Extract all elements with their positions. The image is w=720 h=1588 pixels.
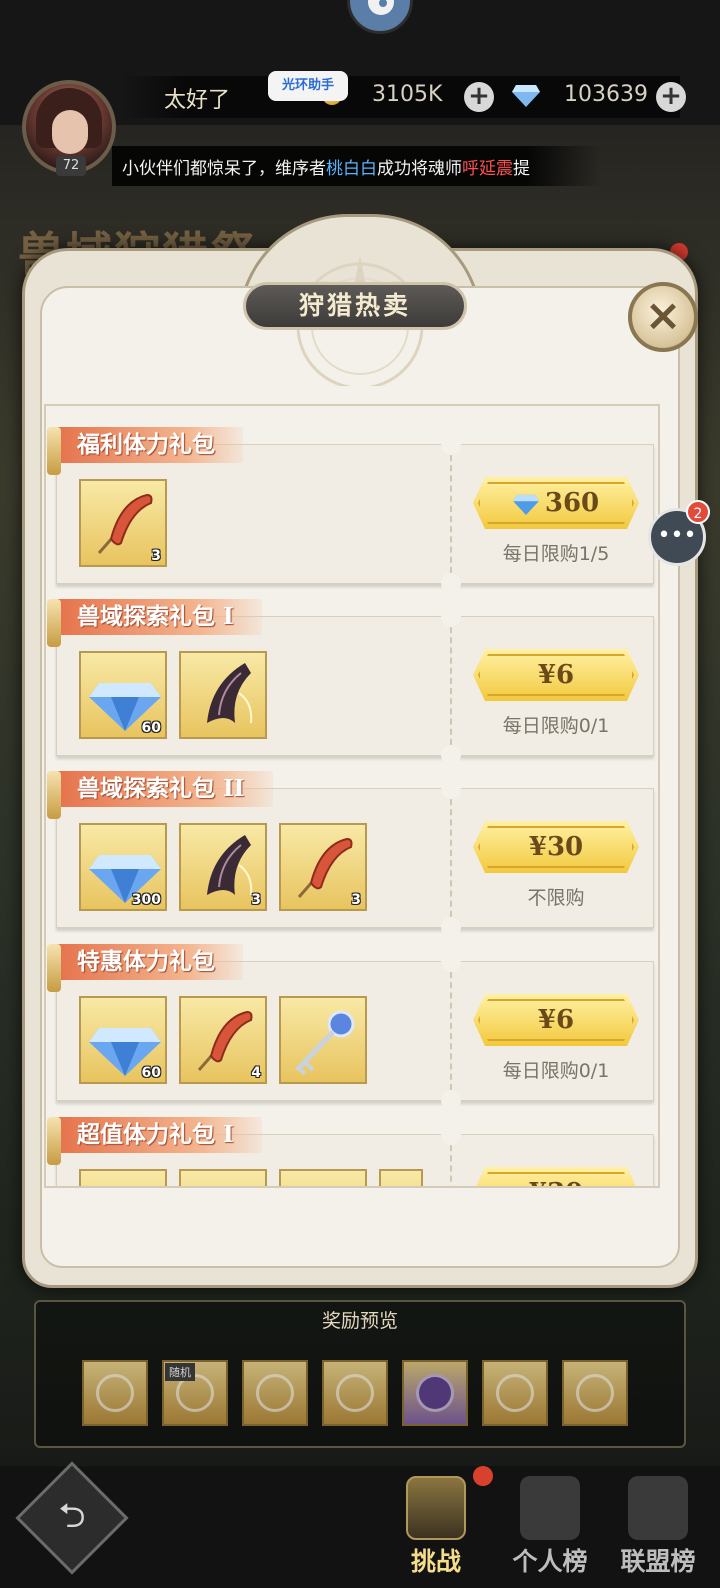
purple-orb-icon[interactable] [402,1360,468,1426]
price-label: 360 [544,488,600,518]
random-tag: 随机 [165,1363,195,1381]
star-crest-icon[interactable] [322,1360,388,1426]
reward-preview-title: 奖励预览 [321,1310,398,1332]
planet-icon[interactable] [562,1360,628,1426]
challenge-icon [406,1476,466,1540]
price-label: ¥6 [537,660,575,690]
diamond-icon [513,494,539,515]
alliance-rank-icon [628,1476,688,1540]
diamond-icon[interactable]: 60 [79,651,167,739]
sausage-icon[interactable] [179,1169,267,1186]
pack-name: 福利体力礼包 [47,427,243,475]
sausage-icon[interactable]: 3 [79,479,167,567]
beast-claw-icon[interactable]: 3 [179,823,267,911]
beast-claw-icon[interactable] [179,651,267,739]
sausage-icon[interactable]: 4 [179,996,267,1084]
buy-button[interactable]: 360 [473,477,639,529]
tab-personal-rank[interactable]: 个人榜 [500,1470,600,1588]
purchase-limit: 每日限购1/5 [502,543,610,565]
pack-list[interactable]: 福利体力礼包 3 360 每日限购1/5 兽域探索礼包 I 60 ¥6 每日限购… [44,404,660,1186]
key-icon[interactable] [279,1169,367,1186]
player-level: 72 [56,156,86,176]
player-name: 太好了 [164,88,231,113]
item-icon[interactable] [379,1169,423,1186]
challenge-badge [473,1466,493,1486]
key-icon[interactable] [279,996,367,1084]
add-gold-button[interactable]: + [464,82,494,112]
diamond-icon[interactable] [79,1169,167,1186]
tab-label: 个人榜 [512,1547,588,1576]
announcement-text: 小伙伴们都惊呆了，维序者桃白白成功将魂师呼延震提 [122,159,530,179]
gold-value: 3105K [372,82,443,107]
pack-name: 兽域探索礼包 I [47,599,262,647]
pack-name: 超值体力礼包 I [47,1117,262,1165]
pack-card: 兽域探索礼包 II 300 3 3 ¥30 不限购 [47,771,654,937]
price-label: ¥6 [537,1005,575,1035]
pack-card: 兽域探索礼包 I 60 ¥6 每日限购0/1 [47,599,654,765]
diamond-icon[interactable]: 60 [79,996,167,1084]
dialog-title: 狩猎热卖 [243,282,467,330]
personal-rank-icon [520,1476,580,1540]
sausage-icon[interactable]: 3 [279,823,367,911]
pack-card: 超值体力礼包 I ¥30 [47,1117,654,1186]
wing-crest-icon[interactable] [242,1360,308,1426]
chat-badge: 2 [686,500,710,524]
close-button[interactable]: × [628,282,698,352]
purchase-limit: 每日限购0/1 [502,715,610,737]
diamond-icon [512,85,540,107]
price-label: ¥30 [528,832,584,862]
back-arrow-icon: ⮌ [58,1496,86,1536]
buy-button[interactable]: ¥6 [473,649,639,701]
tab-challenge[interactable]: 挑战 [386,1470,486,1588]
add-diamond-button[interactable]: + [656,82,686,112]
price-label: ¥30 [529,1178,583,1186]
assistant-tag[interactable]: 光环助手 [268,71,348,101]
tab-label: 挑战 [410,1547,461,1576]
tab-label: 联盟榜 [620,1547,696,1576]
buy-button[interactable]: ¥6 [473,994,639,1046]
buy-button[interactable]: ¥30 [473,821,639,873]
gold-ring-icon[interactable] [482,1360,548,1426]
diamond-icon[interactable]: 300 [79,823,167,911]
purchase-limit: 不限购 [527,887,585,909]
ticker-name-2: 呼延震 [462,159,513,179]
ticker-name-1: 桃白白 [326,159,377,179]
buy-button[interactable]: ¥30 [473,1167,639,1186]
tab-alliance-rank[interactable]: 联盟榜 [608,1470,708,1588]
pack-name: 兽域探索礼包 II [47,771,273,819]
pack-name: 特惠体力礼包 [47,944,243,992]
pack-card: 特惠体力礼包 60 4 ¥6 每日限购0/1 [47,944,654,1110]
assistant-icon [368,0,394,15]
purchase-limit: 每日限购0/1 [502,1060,610,1082]
diamond-value: 103639 [564,82,648,107]
star-crest-icon[interactable] [82,1360,148,1426]
star-crest-icon[interactable]: 随机 [162,1360,228,1426]
pack-card: 福利体力礼包 3 360 每日限购1/5 [47,427,654,593]
